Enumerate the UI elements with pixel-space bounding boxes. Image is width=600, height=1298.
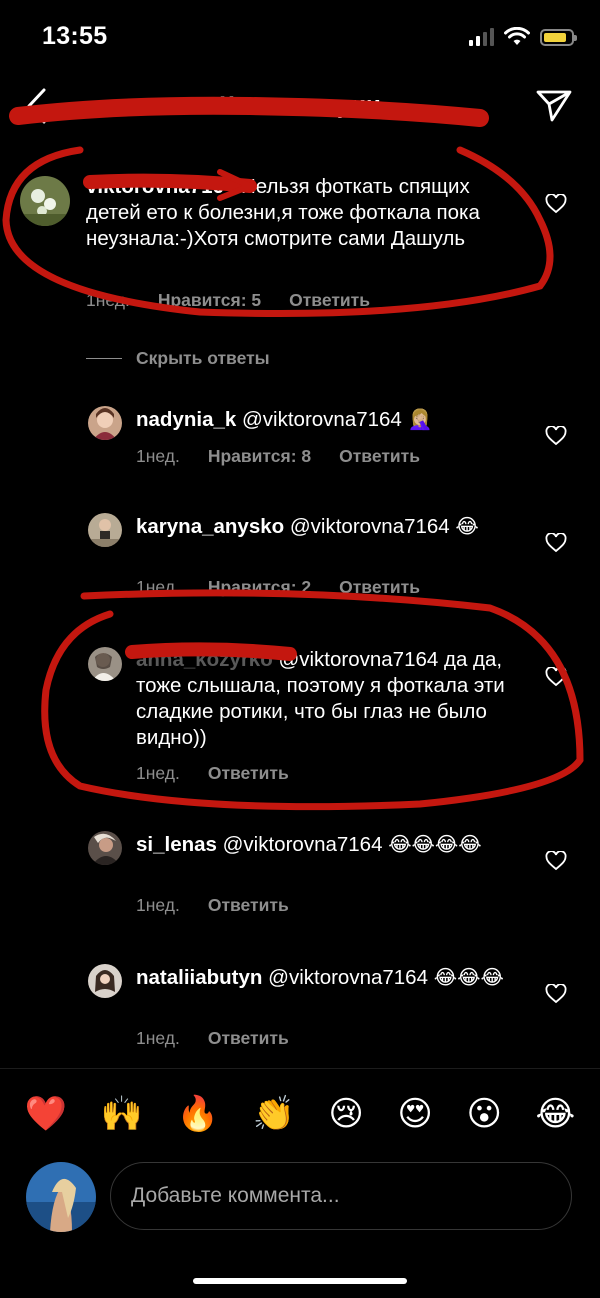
status-bar: 13:55 xyxy=(0,0,600,74)
avatar[interactable] xyxy=(88,513,122,547)
reply: anna_kozyrko @viktorovna7164 да да, тоже… xyxy=(0,645,600,785)
reply-text: nataliiabutyn @viktorovna7164 😂😂😂 xyxy=(136,964,516,991)
reply-meta: 1нед. Ответить xyxy=(136,763,317,784)
reply-meta: 1нед. Ответить xyxy=(136,895,317,916)
divider xyxy=(86,358,122,359)
home-indicator xyxy=(193,1278,407,1284)
comment: viktorovna7164 Нельзя фоткать спящих дет… xyxy=(0,170,600,320)
reply-button[interactable]: Ответить xyxy=(339,577,420,598)
quick-emoji-raised-hands[interactable]: 🙌 xyxy=(101,1094,143,1134)
reply-button[interactable]: Ответить xyxy=(339,446,420,467)
reply-time: 1нед. xyxy=(136,895,180,915)
reply-meta: 1нед. Ответить xyxy=(136,1028,317,1049)
reply-time: 1нед. xyxy=(136,1028,180,1048)
like-heart-icon[interactable] xyxy=(545,667,567,687)
comment-meta: 1нед. Нравится: 5 Ответить xyxy=(86,290,398,311)
like-heart-icon[interactable] xyxy=(545,194,567,214)
quick-reaction-bar: ❤️ 🙌 🔥 👏 😢 😍 😮 😂 xyxy=(0,1068,600,1158)
hide-replies-toggle[interactable]: Скрыть ответы xyxy=(86,348,270,369)
avatar[interactable] xyxy=(88,831,122,865)
reply-button[interactable]: Ответить xyxy=(208,763,289,784)
reply-username[interactable]: anna_kozyrko xyxy=(136,648,273,671)
avatar[interactable] xyxy=(88,964,122,998)
like-heart-icon[interactable] xyxy=(545,984,567,1004)
reply-username[interactable]: nataliiabutyn xyxy=(136,966,262,989)
mention-link[interactable]: @viktorovna7164 xyxy=(278,648,438,671)
reply-button[interactable]: Ответить xyxy=(208,1028,289,1049)
reply-time: 1нед. xyxy=(136,577,180,597)
share-button[interactable] xyxy=(532,84,576,128)
reply-time: 1нед. xyxy=(136,763,180,783)
comment-composer xyxy=(0,1160,600,1236)
likes-count[interactable]: Нравится: 2 xyxy=(208,577,311,598)
reply: nataliiabutyn @viktorovna7164 😂😂😂 1нед. … xyxy=(0,962,600,1052)
reply: karyna_anysko @viktorovna7164 😂 1нед. Нр… xyxy=(0,511,600,601)
header: Комментарии xyxy=(0,74,600,138)
reply-button[interactable]: Ответить xyxy=(289,290,370,311)
mention-link[interactable]: @viktorovna7164 xyxy=(268,966,428,989)
quick-emoji-laughing[interactable]: 😂 xyxy=(535,1094,575,1134)
reply-emoji: 😂😂😂 xyxy=(433,965,504,989)
likes-count[interactable]: Нравится: 8 xyxy=(208,446,311,467)
quick-emoji-clap[interactable]: 👏 xyxy=(253,1094,295,1134)
mention-link[interactable]: @viktorovna7164 xyxy=(290,515,450,538)
reply-username[interactable]: si_lenas xyxy=(136,833,217,856)
hide-replies-label: Скрыть ответы xyxy=(136,348,270,368)
reply-emoji: 😂 xyxy=(455,514,479,538)
comment-text: viktorovna7164 Нельзя фоткать спящих дет… xyxy=(86,174,486,252)
reply-text: karyna_anysko @viktorovna7164 😂 xyxy=(136,513,516,540)
avatar[interactable] xyxy=(88,406,122,440)
reply-meta: 1нед. Нравится: 2 Ответить xyxy=(136,577,448,598)
quick-emoji-heart[interactable]: ❤️ xyxy=(25,1094,67,1134)
reply-text: si_lenas @viktorovna7164 😂😂😂😂 xyxy=(136,831,516,858)
reply-meta: 1нед. Нравится: 8 Ответить xyxy=(136,446,448,467)
quick-emoji-surprised[interactable]: 😮 xyxy=(466,1094,501,1134)
battery-icon xyxy=(540,28,577,46)
like-heart-icon[interactable] xyxy=(545,851,567,871)
quick-emoji-heart-eyes[interactable]: 😍 xyxy=(397,1094,432,1134)
likes-count[interactable]: Нравится: 5 xyxy=(158,290,261,311)
cellular-signal-icon xyxy=(469,28,494,46)
status-time: 13:55 xyxy=(42,22,108,50)
reply-username[interactable]: nadynia_k xyxy=(136,408,236,431)
wifi-icon xyxy=(504,27,530,45)
reply-emoji: 😂😂😂😂 xyxy=(388,832,482,856)
mention-link[interactable]: @viktorovna7164 xyxy=(242,408,402,431)
quick-emoji-crying[interactable]: 😢 xyxy=(328,1094,363,1134)
reply: si_lenas @viktorovna7164 😂😂😂😂 1нед. Отве… xyxy=(0,829,600,919)
like-heart-icon[interactable] xyxy=(545,426,567,446)
reply: nadynia_k @viktorovna7164 🤦🏼‍♀️ 1нед. Нр… xyxy=(0,404,600,484)
reply-emoji: 🤦🏼‍♀️ xyxy=(407,407,433,431)
page-title: Комментарии xyxy=(219,92,381,119)
comment-input[interactable] xyxy=(110,1162,572,1230)
comment-time: 1нед. xyxy=(86,290,130,310)
quick-emoji-fire[interactable]: 🔥 xyxy=(177,1094,219,1134)
comment-username[interactable]: viktorovna7164 xyxy=(86,175,235,198)
current-user-avatar xyxy=(26,1162,96,1232)
reply-time: 1нед. xyxy=(136,446,180,466)
like-heart-icon[interactable] xyxy=(545,533,567,553)
avatar[interactable] xyxy=(88,647,122,681)
paper-plane-icon xyxy=(536,90,572,122)
mention-link[interactable]: @viktorovna7164 xyxy=(223,833,383,856)
reply-text: nadynia_k @viktorovna7164 🤦🏼‍♀️ xyxy=(136,406,516,433)
reply-button[interactable]: Ответить xyxy=(208,895,289,916)
reply-username[interactable]: karyna_anysko xyxy=(136,515,284,538)
status-icons xyxy=(469,26,577,48)
avatar[interactable] xyxy=(20,176,70,226)
reply-text: anna_kozyrko @viktorovna7164 да да, тоже… xyxy=(136,647,516,751)
